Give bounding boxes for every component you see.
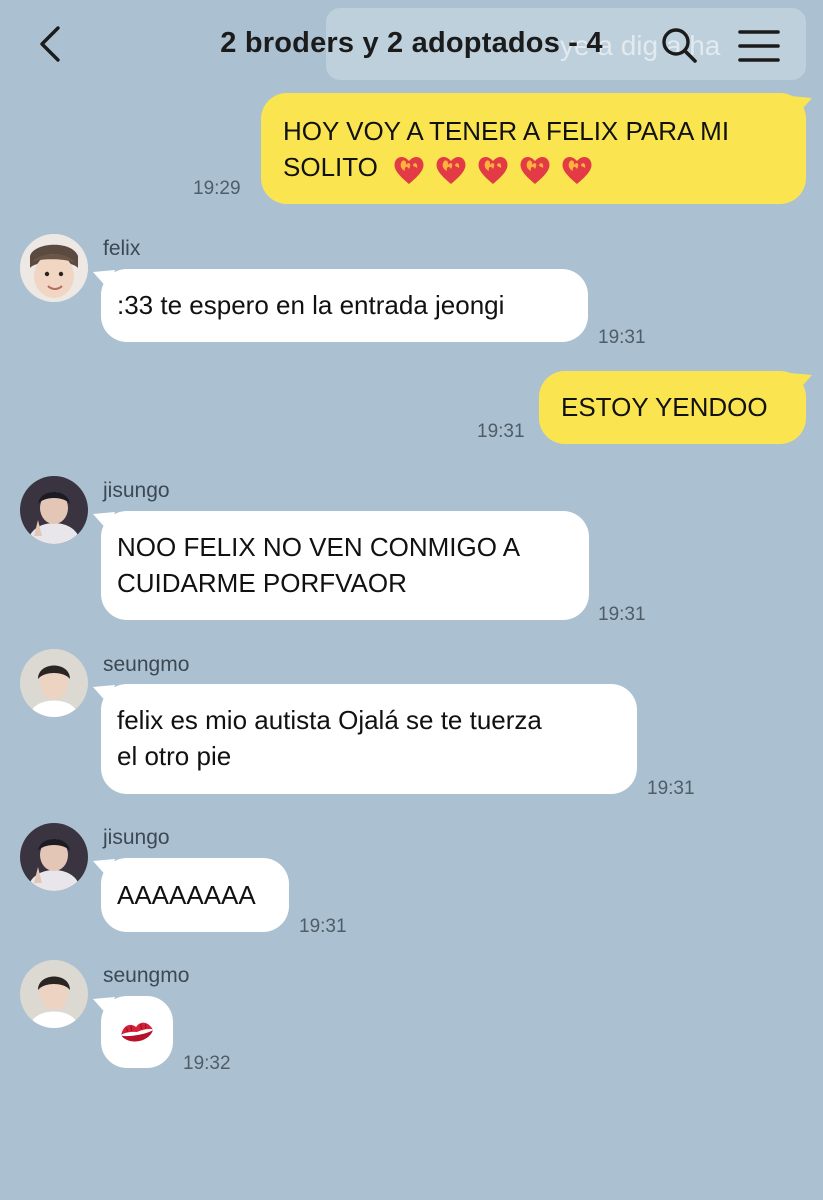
user-avatar-icon [20, 960, 88, 1028]
user-avatar-icon [20, 823, 88, 891]
message-bubble[interactable]: AAAAAAAA [101, 858, 289, 932]
message-time: 19:29 [193, 178, 241, 199]
message-time: 19:31 [598, 327, 646, 348]
heart-on-fire-emojis [391, 152, 595, 186]
heart-on-fire-icon [394, 157, 424, 185]
message-time: 19:31 [647, 778, 695, 799]
bubble-tail [790, 373, 812, 393]
user-avatar-icon [20, 476, 88, 544]
message-time: 19:31 [598, 604, 646, 625]
menu-button[interactable] [736, 24, 782, 68]
message-text-line2: CUIDARME PORFVAOR [117, 568, 407, 598]
chat-header: ye a dig a ha 2 broders y 2 adoptados - … [0, 0, 823, 88]
message-time: 19:31 [299, 916, 347, 937]
message-bubble[interactable]: :33 te espero en la entrada jeongi [101, 269, 588, 342]
message-text: NOO FELIX NO VEN CONMIGO A [117, 532, 521, 562]
message-bubble[interactable]: ESTOY YENDOO [539, 371, 806, 444]
search-icon [662, 28, 697, 63]
avatar-jisungo[interactable] [20, 823, 88, 891]
heart-on-fire-icon [478, 157, 508, 185]
heart-on-fire-icon [520, 157, 550, 185]
hamburger-menu-icon [738, 30, 780, 62]
message-bubble[interactable]: NOO FELIX NO VEN CONMIGO A CUIDARME PORF… [101, 511, 589, 620]
user-avatar-icon [20, 649, 88, 717]
message-bubble[interactable] [101, 996, 173, 1068]
bubble-tail [790, 96, 812, 116]
message-text: ESTOY YENDOO [561, 392, 768, 422]
message-text-line2: SOLITO [283, 152, 378, 182]
avatar-seungmo[interactable] [20, 960, 88, 1028]
message-text: :33 te espero en la entrada jeongi [117, 290, 505, 320]
message-time: 19:31 [477, 421, 525, 442]
sender-name: seungmo [103, 964, 190, 987]
kiss-mark-icon [121, 1022, 153, 1042]
user-avatar-icon [20, 234, 88, 302]
back-button[interactable] [30, 22, 74, 66]
heart-on-fire-icon [562, 157, 592, 185]
message-text: felix es mio autista Ojalá se te tuerza [117, 705, 542, 735]
message-bubble[interactable]: HOY VOY A TENER A FELIX PARA MI SOLITO [261, 93, 806, 204]
avatar-felix[interactable] [20, 234, 88, 302]
message-bubble[interactable]: felix es mio autista Ojalá se te tuerza … [101, 684, 637, 794]
search-button[interactable] [657, 24, 701, 68]
avatar-seungmo[interactable] [20, 649, 88, 717]
sender-name: seungmo [103, 653, 190, 676]
sender-name: jisungo [103, 479, 170, 502]
message-text: AAAAAAAA [117, 880, 256, 910]
avatar-jisungo[interactable] [20, 476, 88, 544]
chevron-left-icon [40, 26, 60, 62]
message-text: HOY VOY A TENER A FELIX PARA MI [283, 116, 730, 146]
message-text-line2: el otro pie [117, 741, 232, 771]
sender-name: jisungo [103, 826, 170, 849]
heart-on-fire-icon [436, 157, 466, 185]
sender-name: felix [103, 237, 141, 260]
message-time: 19:32 [183, 1053, 231, 1074]
